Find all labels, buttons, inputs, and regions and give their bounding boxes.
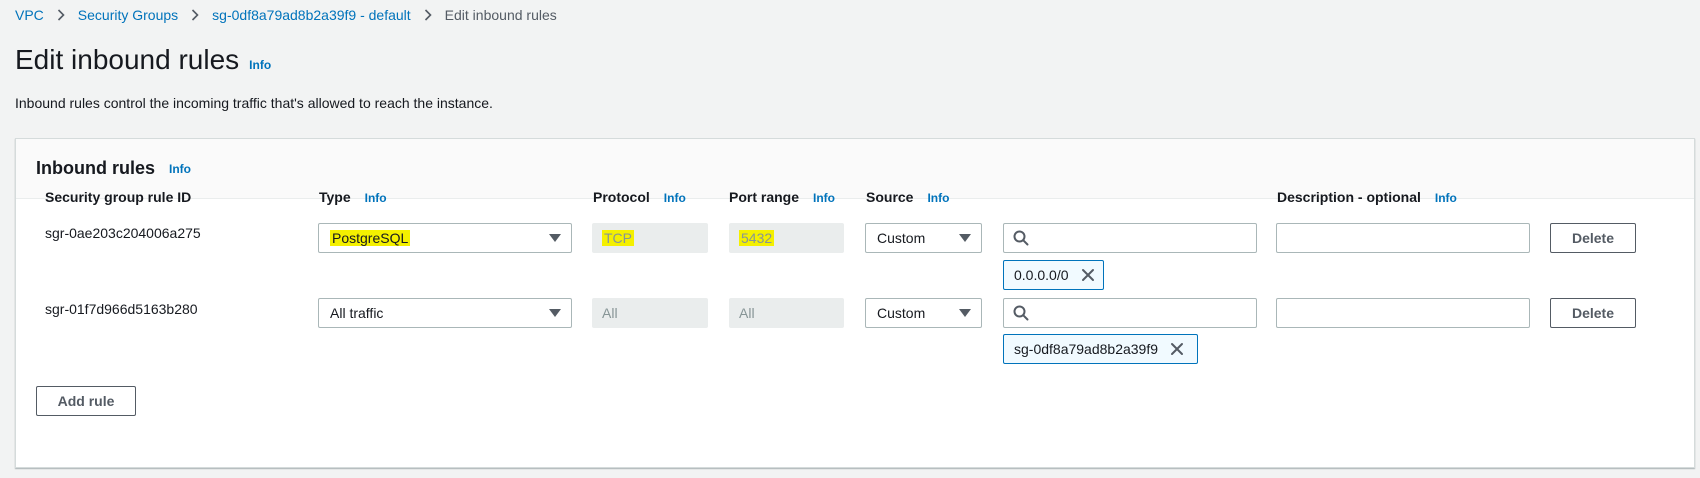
rule-id: sgr-0ae203c204006a275 <box>45 225 201 241</box>
type-select[interactable]: All traffic <box>318 298 572 328</box>
protocol-field: TCP <box>592 223 708 253</box>
port-range-info-link[interactable]: Info <box>813 191 835 205</box>
source-token-label: sg-0df8a79ad8b2a39f9 <box>1014 341 1159 357</box>
source-search <box>1003 298 1257 328</box>
column-header-source: Source Info <box>866 189 950 205</box>
close-icon[interactable] <box>1081 268 1095 282</box>
close-icon[interactable] <box>1170 342 1184 356</box>
caret-down-icon <box>549 234 561 242</box>
source-search-input[interactable] <box>1003 223 1257 253</box>
source-info-link[interactable]: Info <box>927 191 949 205</box>
delete-button[interactable]: Delete <box>1550 223 1636 253</box>
page-description: Inbound rules control the incoming traff… <box>15 95 493 111</box>
type-select-value: All traffic <box>330 305 384 321</box>
search-icon <box>1013 305 1029 326</box>
panel-info-link[interactable]: Info <box>169 162 191 176</box>
rule-id: sgr-01f7d966d5163b280 <box>45 301 198 317</box>
source-search <box>1003 223 1257 253</box>
column-header-rule-id: Security group rule ID <box>45 189 192 205</box>
protocol-field: All <box>592 298 708 328</box>
inbound-rules-panel: Inbound rules Info Security group rule I… <box>15 138 1695 468</box>
panel-title: Inbound rules <box>36 158 155 178</box>
chevron-right-icon <box>44 9 78 21</box>
protocol-info-link[interactable]: Info <box>664 191 686 205</box>
search-icon <box>1013 230 1029 251</box>
page-header: Edit inbound rules Info <box>15 44 271 76</box>
type-select[interactable]: PostgreSQL <box>318 223 572 253</box>
breadcrumb-security-groups[interactable]: Security Groups <box>78 7 178 23</box>
column-header-protocol: Protocol Info <box>593 189 686 205</box>
column-header-description: Description - optional Info <box>1277 189 1457 205</box>
port-range-field: 5432 <box>729 223 844 253</box>
page-title: Edit inbound rules <box>15 44 240 75</box>
chevron-right-icon <box>411 9 445 21</box>
source-search-input[interactable] <box>1003 298 1257 328</box>
description-info-link[interactable]: Info <box>1435 191 1457 205</box>
source-type-value: Custom <box>877 230 926 246</box>
column-header-port-range: Port range Info <box>729 189 836 205</box>
breadcrumb-security-group[interactable]: sg-0df8a79ad8b2a39f9 - default <box>212 7 411 23</box>
caret-down-icon <box>549 309 561 317</box>
source-token-label: 0.0.0.0/0 <box>1014 267 1069 283</box>
port-range-field: All <box>729 298 844 328</box>
type-select-value: PostgreSQL <box>330 230 411 246</box>
source-type-select[interactable]: Custom <box>865 223 982 253</box>
chevron-right-icon <box>178 9 212 21</box>
source-token: sg-0df8a79ad8b2a39f9 <box>1003 334 1198 364</box>
type-info-link[interactable]: Info <box>365 191 387 205</box>
page-info-link[interactable]: Info <box>249 58 271 72</box>
breadcrumb-current: Edit inbound rules <box>444 7 557 23</box>
caret-down-icon <box>959 309 971 317</box>
breadcrumb: VPC Security Groups sg-0df8a79ad8b2a39f9… <box>15 4 557 26</box>
source-type-select[interactable]: Custom <box>865 298 982 328</box>
source-type-value: Custom <box>877 305 926 321</box>
breadcrumb-vpc[interactable]: VPC <box>15 7 44 23</box>
description-input[interactable] <box>1276 298 1530 328</box>
add-rule-button[interactable]: Add rule <box>36 386 136 416</box>
delete-button[interactable]: Delete <box>1550 298 1636 328</box>
column-header-type: Type Info <box>319 189 387 205</box>
description-input[interactable] <box>1276 223 1530 253</box>
source-token: 0.0.0.0/0 <box>1003 260 1104 290</box>
caret-down-icon <box>959 234 971 242</box>
